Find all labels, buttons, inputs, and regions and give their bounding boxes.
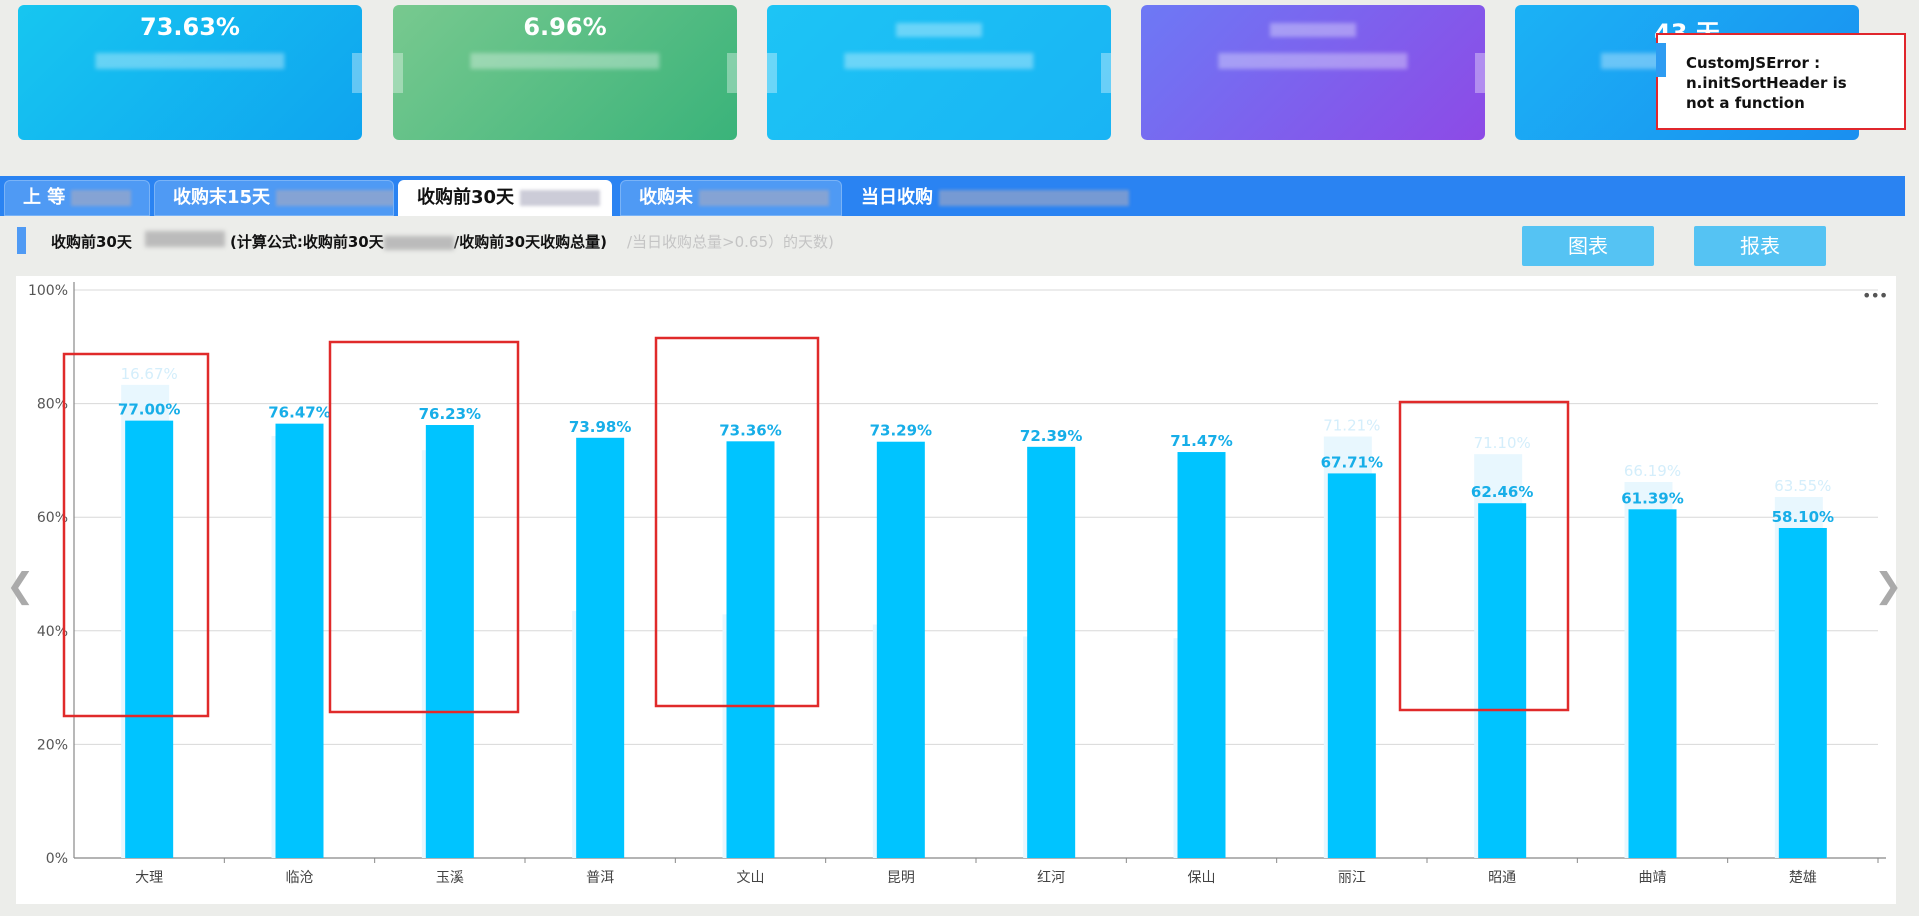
tab-4[interactable]: 收购未 <box>620 180 842 216</box>
tooltip-marker <box>1656 43 1666 77</box>
bar-value-label: 67.71% <box>1321 453 1383 471</box>
bar <box>275 423 324 858</box>
bar <box>1327 473 1376 858</box>
x-category-label: 楚雄 <box>1789 870 1817 886</box>
tab-2[interactable]: 收购末15天 <box>154 180 394 216</box>
bar-value-label: 71.47% <box>1170 432 1232 450</box>
tab-1[interactable]: 上 等 <box>4 180 150 216</box>
y-tick-label: 20% <box>37 737 68 753</box>
bar-value-label: 72.39% <box>1020 427 1082 445</box>
redacted-text <box>71 190 132 206</box>
x-category-label: 玉溪 <box>436 870 464 886</box>
tab-5[interactable]: 当日收购 <box>842 180 1164 216</box>
section-formula: (计算公式:收购前30天/收购前30天收购总量) <box>230 231 607 252</box>
report-view-button[interactable]: 报表 <box>1694 226 1826 266</box>
bar <box>125 420 174 858</box>
redacted-text <box>95 53 285 69</box>
bar <box>1177 452 1226 858</box>
bar-value-label: 61.39% <box>1621 489 1683 507</box>
bar <box>1027 446 1076 858</box>
tab-label: 上 等 <box>23 187 66 208</box>
x-category-label: 大理 <box>135 870 163 886</box>
formula-end: /收购前30天收购总量) <box>453 233 607 251</box>
ghost-bar-label: 71.10% <box>1474 434 1531 452</box>
more-options-icon[interactable]: ••• <box>1862 286 1888 305</box>
tab-bar: 上 等 收购末15天 收购前30天 收购未 当日收购 <box>0 176 1905 216</box>
redacted-text <box>145 231 225 247</box>
x-category-label: 曲靖 <box>1639 870 1667 886</box>
card-edge <box>352 53 362 93</box>
x-category-label: 普洱 <box>586 870 614 886</box>
section-title: 收购前30天 <box>51 233 132 251</box>
card-edge <box>1475 53 1485 93</box>
x-category-label: 保山 <box>1188 870 1216 886</box>
x-category-label: 文山 <box>737 870 765 886</box>
bar <box>1628 509 1677 858</box>
error-line-3: not a function <box>1686 94 1805 112</box>
redacted-value <box>896 23 982 37</box>
ghost-bar-label: 16.67% <box>121 365 178 383</box>
bar-value-label: 73.98% <box>569 418 631 436</box>
kpi-card-4 <box>1141 5 1485 140</box>
bar <box>1478 503 1527 858</box>
error-line-2: n.initSortHeader is <box>1686 74 1847 92</box>
y-tick-label: 100% <box>28 283 68 299</box>
bar <box>1778 527 1827 858</box>
error-line-1: CustomJSError : <box>1686 54 1821 72</box>
tab-label: 收购末15天 <box>173 187 271 208</box>
ghost-bar-label: 63.55% <box>1774 477 1831 495</box>
bar-value-label: 77.00% <box>118 401 180 419</box>
kpi-card-3 <box>767 5 1111 140</box>
card-edge <box>1101 53 1111 93</box>
bar-value-label: 62.46% <box>1471 483 1533 501</box>
chart-view-button[interactable]: 图表 <box>1522 226 1654 266</box>
x-category-label: 丽江 <box>1338 870 1366 886</box>
redacted-text <box>383 235 454 250</box>
card-edge <box>727 53 737 93</box>
bar-value-label: 76.23% <box>419 405 481 423</box>
bar <box>726 441 775 858</box>
x-category-label: 临沧 <box>286 869 314 886</box>
card-edge <box>393 53 403 93</box>
section-marker <box>17 227 26 254</box>
bar-value-label: 73.29% <box>870 422 932 440</box>
bar <box>876 441 925 858</box>
tab-3-active[interactable]: 收购前30天 <box>398 180 612 216</box>
bar <box>425 425 474 858</box>
ghost-bar-label: 71.21% <box>1323 417 1380 435</box>
redacted-text <box>470 53 660 69</box>
bar-value-label: 58.10% <box>1772 508 1834 526</box>
redacted-value <box>1270 23 1356 37</box>
x-category-label: 昭通 <box>1488 870 1516 886</box>
tab-label: 当日收购 <box>861 187 933 208</box>
tab-label: 收购前30天 <box>417 187 515 208</box>
bar-value-label: 76.47% <box>268 404 330 422</box>
section-note-faded: /当日收购总量>0.65）的天数) <box>627 233 834 251</box>
kpi-card-2: 6.96% <box>393 5 737 140</box>
x-category-label: 昆明 <box>887 870 915 886</box>
ghost-bar-label: 66.19% <box>1624 462 1681 480</box>
redacted-text <box>844 53 1034 69</box>
redacted-text <box>699 190 829 206</box>
y-tick-label: 0% <box>46 851 68 867</box>
chevron-right-icon[interactable]: ❯ <box>1874 566 1903 606</box>
redacted-text <box>276 190 393 206</box>
redacted-text <box>1218 53 1408 69</box>
x-category-label: 红河 <box>1037 870 1065 886</box>
chart-panel: 0% 20% 40% 60% 80% 100% 16.67% 77.00% 大理 76.47% 临沧… <box>16 276 1896 904</box>
kpi-card-value: 73.63% <box>140 13 240 41</box>
redacted-text <box>520 190 601 206</box>
kpi-card-1: 73.63% <box>18 5 362 140</box>
bar <box>576 437 625 858</box>
kpi-card-value: 6.96% <box>523 13 607 41</box>
formula-start: (计算公式:收购前30天 <box>230 233 384 251</box>
bar-chart: 0%20%40%60%80%100%16.67%77.00%大理76.47%临沧… <box>28 282 1886 886</box>
bar-value-label: 73.36% <box>719 421 781 439</box>
redacted-text <box>939 190 1129 206</box>
error-tooltip: CustomJSError : n.initSortHeader is not … <box>1656 33 1906 130</box>
chevron-left-icon[interactable]: ❮ <box>6 566 35 606</box>
tab-label: 收购未 <box>639 187 693 208</box>
card-edge <box>767 53 777 93</box>
